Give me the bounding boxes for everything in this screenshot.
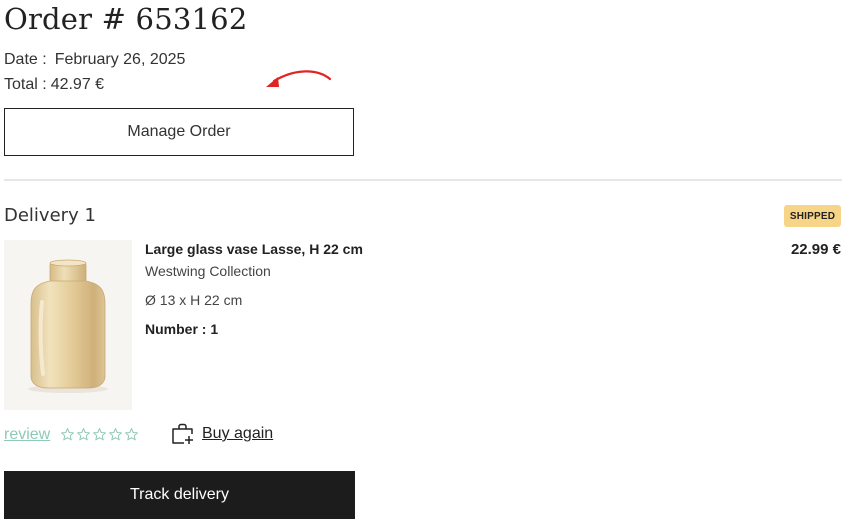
star-outline-icon[interactable] xyxy=(108,427,123,442)
review-link[interactable]: review xyxy=(4,426,50,444)
star-outline-icon[interactable] xyxy=(92,427,107,442)
product-image[interactable] xyxy=(4,240,132,410)
product-price: 22.99 € xyxy=(790,241,841,258)
bag-plus-icon xyxy=(172,423,193,444)
star-outline-icon[interactable] xyxy=(76,427,91,442)
product-quantity: Number : 1 xyxy=(145,321,219,337)
product-brand: Westwing Collection xyxy=(145,263,271,279)
order-date-row: Date : February 26, 2025 xyxy=(4,51,185,69)
buy-again-label[interactable]: Buy again xyxy=(202,425,273,443)
product-name[interactable]: Large glass vase Lasse, H 22 cm xyxy=(145,241,363,257)
star-outline-icon[interactable] xyxy=(60,427,75,442)
order-title: Order # 653162 xyxy=(4,2,248,36)
order-total-label: Total : xyxy=(4,76,47,93)
order-date-value: February 26, 2025 xyxy=(54,51,186,68)
product-dimensions: Ø 13 x H 22 cm xyxy=(145,292,243,308)
star-rating[interactable] xyxy=(60,427,139,442)
buy-again-button[interactable]: Buy again xyxy=(171,423,273,445)
section-divider xyxy=(4,179,842,181)
order-total-value: 42.97 € xyxy=(50,76,105,93)
red-curved-arrow-icon xyxy=(266,70,332,87)
order-date-label: Date : xyxy=(4,51,47,68)
delivery-title: Delivery 1 xyxy=(4,205,96,226)
order-total-row: Total :42.97 € xyxy=(4,76,104,94)
track-delivery-button[interactable]: Track delivery xyxy=(4,471,355,519)
star-outline-icon[interactable] xyxy=(124,427,139,442)
manage-order-button[interactable]: Manage Order xyxy=(4,108,354,156)
glass-vase-image xyxy=(28,259,108,393)
status-badge: SHIPPED xyxy=(784,205,841,227)
